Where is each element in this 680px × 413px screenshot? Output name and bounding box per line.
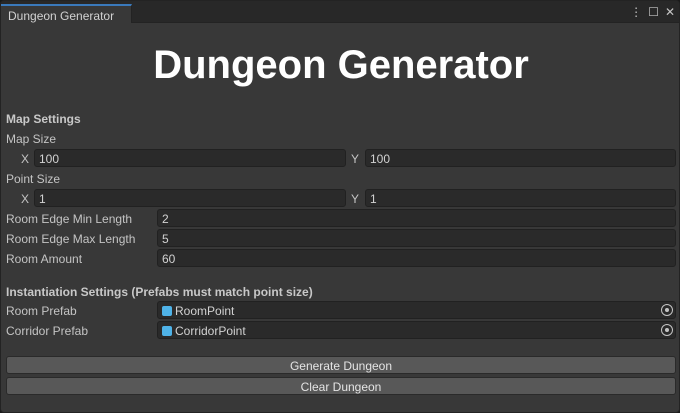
maximize-icon[interactable]: ☐ bbox=[648, 5, 659, 19]
map-size-label: Map Size bbox=[6, 132, 57, 146]
tab-bar: Dungeon Generator ⋮ ☐ ✕ bbox=[1, 1, 679, 23]
point-size-y-label[interactable]: Y bbox=[351, 192, 359, 206]
map-size-y-label[interactable]: Y bbox=[351, 152, 359, 166]
map-settings-heading: Map Settings bbox=[6, 112, 81, 126]
prefab-icon bbox=[162, 326, 172, 336]
room-edge-max-input[interactable]: 5 bbox=[157, 229, 676, 247]
point-size-x-input[interactable]: 1 bbox=[34, 189, 346, 207]
room-prefab-field[interactable]: RoomPoint bbox=[157, 301, 676, 319]
map-size-x-input[interactable]: 100 bbox=[34, 149, 346, 167]
generate-dungeon-button[interactable]: Generate Dungeon bbox=[6, 356, 676, 374]
close-icon[interactable]: ✕ bbox=[665, 5, 675, 19]
instantiation-settings-heading: Instantiation Settings (Prefabs must mat… bbox=[6, 285, 313, 299]
point-size-label: Point Size bbox=[6, 172, 61, 186]
object-picker-icon[interactable] bbox=[661, 304, 673, 316]
map-size-y-input[interactable]: 100 bbox=[365, 149, 676, 167]
object-picker-icon[interactable] bbox=[661, 324, 673, 336]
room-edge-min-input[interactable]: 2 bbox=[157, 209, 676, 227]
room-prefab-value: RoomPoint bbox=[175, 304, 235, 318]
prefab-icon bbox=[162, 306, 172, 316]
editor-window: Dungeon Generator ⋮ ☐ ✕ Dungeon Generato… bbox=[0, 0, 680, 413]
map-size-x-label[interactable]: X bbox=[21, 152, 29, 166]
room-amount-label: Room Amount bbox=[6, 252, 83, 266]
point-size-y-input[interactable]: 1 bbox=[365, 189, 676, 207]
corridor-prefab-value: CorridorPoint bbox=[175, 324, 246, 338]
corridor-prefab-label: Corridor Prefab bbox=[6, 324, 89, 338]
corridor-prefab-field[interactable]: CorridorPoint bbox=[157, 321, 676, 339]
room-edge-min-label: Room Edge Min Length bbox=[6, 212, 133, 226]
clear-dungeon-button[interactable]: Clear Dungeon bbox=[6, 377, 676, 395]
tab-dungeon-generator[interactable]: Dungeon Generator bbox=[1, 4, 132, 23]
point-size-x-label[interactable]: X bbox=[21, 192, 29, 206]
menu-icon[interactable]: ⋮ bbox=[630, 5, 642, 19]
room-prefab-label: Room Prefab bbox=[6, 304, 77, 318]
page-title: Dungeon Generator bbox=[153, 43, 529, 87]
room-amount-input[interactable]: 60 bbox=[157, 249, 676, 267]
room-edge-max-label: Room Edge Max Length bbox=[6, 232, 136, 246]
